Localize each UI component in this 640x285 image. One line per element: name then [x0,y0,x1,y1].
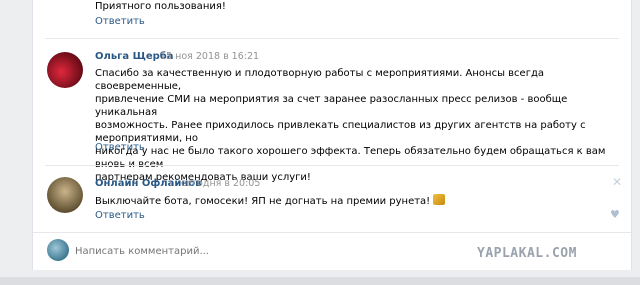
comments-panel: Приятного пользования! Ответить Ольга Ще… [32,0,632,270]
comment-text: Приятного пользования! [95,1,226,12]
avatar[interactable] [47,52,83,88]
close-icon[interactable]: ✕ [612,175,622,189]
divider [33,232,631,233]
heart-icon[interactable]: ♥ [610,208,620,221]
avatar[interactable] [47,177,83,213]
my-avatar[interactable] [47,239,69,261]
bottom-bar [0,277,640,285]
divider [45,38,619,39]
divider [45,165,619,166]
comment-text: Спасибо за качественную и плодотворную р… [95,68,606,183]
comment-date[interactable]: 15 ноя 2018 в 16:21 [160,51,259,62]
emoji-icon [433,194,446,205]
comment-date[interactable]: сегодня в 20:05 [181,178,260,189]
reply-link[interactable]: Ответить [95,210,145,221]
watermark: YAPLAKAL.COM [477,246,577,261]
reply-link[interactable]: Ответить [95,142,145,153]
reply-link[interactable]: Ответить [95,16,145,27]
comment-text: Выключайте бота, гомосеки! ЯП не догнать… [95,194,446,208]
